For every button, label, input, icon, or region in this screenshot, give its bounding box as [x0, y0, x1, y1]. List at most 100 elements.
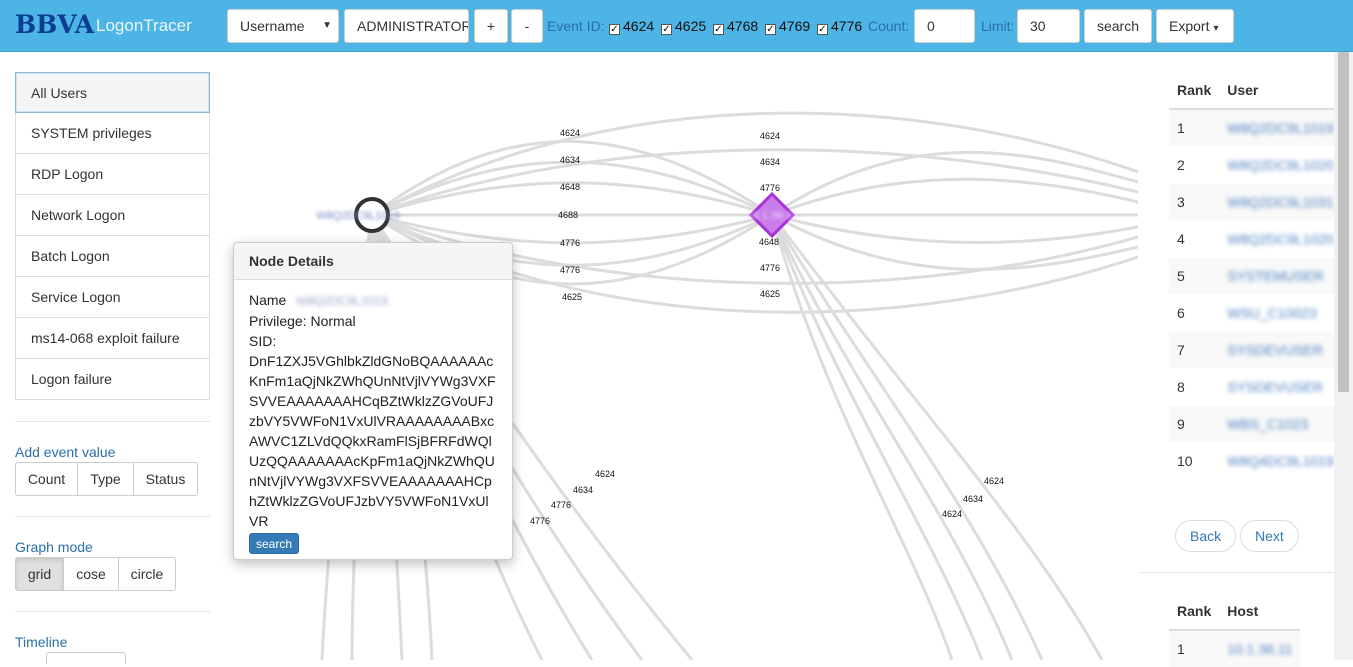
rank-header: Rank: [1169, 71, 1220, 110]
user-link[interactable]: SYSDEVUSER: [1227, 379, 1323, 395]
node-sid-value: DnF1ZXJ5VGhlbkZldGNoBQAAAAAAcKnFm1aQjNkZ…: [249, 353, 496, 529]
rank-cell: 9: [1169, 404, 1220, 442]
rank-cell: 8: [1169, 367, 1220, 405]
graph-mode-buttons: grid cose circle: [15, 557, 176, 591]
query-list: All Users SYSTEM privileges RDP Logon Ne…: [15, 72, 210, 400]
table-row: 10 W8Q4DC9L1019: [1169, 441, 1342, 479]
edge-label: 4688: [558, 210, 578, 220]
edge-label: 4624: [560, 128, 580, 138]
circle-mode-button[interactable]: circle: [118, 557, 176, 591]
sidebar-item-all-users[interactable]: All Users: [15, 72, 210, 113]
user-link[interactable]: W8Q2DC9L1031: [1227, 194, 1334, 210]
checkbox-checked-icon: ✓: [765, 24, 776, 35]
event-checkbox-4624[interactable]: ✓ 4624: [609, 18, 655, 35]
search-type-select[interactable]: Username ▼: [227, 9, 339, 43]
sidebar-item-rdp-logon[interactable]: RDP Logon: [15, 154, 210, 195]
count-button[interactable]: Count: [15, 462, 78, 496]
rank-cell: 10: [1169, 441, 1220, 479]
limit-input[interactable]: 30: [1017, 9, 1080, 43]
chevron-down-icon: ▼: [322, 20, 332, 31]
event-checkbox-4769[interactable]: ✓ 4769: [765, 18, 810, 35]
event-checkbox-4776[interactable]: ✓ 4776: [817, 18, 862, 35]
rank-cell: 5: [1169, 256, 1220, 294]
checkbox-checked-icon: ✓: [661, 24, 672, 35]
search-button[interactable]: search: [1084, 9, 1152, 43]
rank-divider: [1140, 572, 1334, 573]
user-link[interactable]: W8Q2DC9L1020: [1227, 157, 1334, 173]
search-input[interactable]: ADMINISTRATOR: [344, 9, 469, 43]
event-checkbox-label: 4624: [623, 18, 655, 34]
timeline-heading: Timeline: [15, 634, 68, 650]
scrollbar-thumb[interactable]: [1338, 52, 1349, 392]
add-search-field-button[interactable]: +: [474, 9, 508, 43]
page-scrollbar[interactable]: [1334, 52, 1353, 660]
remove-search-field-button[interactable]: -: [511, 9, 543, 43]
user-link[interactable]: W8Q4DC9L1019: [1227, 453, 1334, 469]
add-event-value-buttons: Count Type Status: [15, 462, 198, 496]
sidebar-divider: [15, 421, 210, 422]
host-node-label: 10.1.36.11: [746, 210, 797, 222]
search-input-value: ADMINISTRATOR: [357, 18, 469, 34]
grid-mode-button[interactable]: grid: [15, 557, 64, 591]
table-row: 7 SYSDEVUSER: [1169, 330, 1342, 368]
edge-label: 4634: [573, 485, 593, 495]
sidebar-item-service-logon[interactable]: Service Logon: [15, 277, 210, 318]
rank-header: Rank: [1169, 592, 1220, 631]
rank-cell: 4: [1169, 219, 1220, 257]
node-name-label: Name: [249, 292, 287, 308]
edge-label: 4625: [760, 289, 780, 299]
host-link[interactable]: 10.1.36.11: [1227, 641, 1292, 657]
event-checkbox-4768[interactable]: ✓ 4768: [713, 18, 759, 35]
user-rank-back-button[interactable]: Back: [1175, 520, 1237, 552]
graph-edge: [771, 213, 1138, 244]
sidebar-item-system-privileges[interactable]: SYSTEM privileges: [15, 113, 210, 154]
bbva-logo: BBVA: [15, 10, 95, 39]
event-checkbox-label: 4768: [727, 18, 759, 34]
table-row: 4 W8Q2DC9L1020: [1169, 219, 1342, 257]
table-row: 6 WSU_C10023: [1169, 293, 1342, 331]
export-dropdown[interactable]: Export ▾: [1156, 9, 1234, 43]
export-label: Export: [1169, 18, 1210, 34]
edge-label: 4776: [760, 183, 780, 193]
sidebar-item-network-logon[interactable]: Network Logon: [15, 195, 210, 236]
limit-label: Limit:: [981, 18, 1015, 34]
cose-mode-button[interactable]: cose: [63, 557, 119, 591]
timeline-button[interactable]: [46, 652, 126, 664]
host-rank-table: Rank Host 1 10.1.36.11: [1169, 592, 1301, 667]
edge-label: 4776: [560, 238, 580, 248]
user-link[interactable]: W8Q2DC9L1019: [1227, 120, 1334, 136]
rank-cell: 1: [1169, 629, 1220, 667]
event-checkbox-4625[interactable]: ✓ 4625: [661, 18, 706, 35]
user-header: User: [1219, 71, 1342, 110]
edge-label: 4776: [530, 516, 550, 526]
user-link[interactable]: SYSTEMUSER: [1227, 268, 1323, 284]
host-node[interactable]: 10.1.36.11: [746, 191, 798, 239]
user-link[interactable]: WSU_C10023: [1227, 305, 1317, 321]
table-row: 1 10.1.36.11: [1169, 629, 1301, 667]
add-event-value-heading: Add event value: [15, 444, 116, 460]
type-button[interactable]: Type: [77, 462, 134, 496]
top-navbar: BBVA LogonTracer Username ▼ ADMINISTRATO…: [0, 0, 1353, 52]
app-title[interactable]: LogonTracer: [96, 16, 192, 36]
count-input[interactable]: 0: [914, 9, 975, 43]
edge-label: 4776: [551, 500, 571, 510]
host-header: Host: [1219, 592, 1301, 631]
edge-label: 4624: [942, 509, 962, 519]
user-rank-next-button[interactable]: Next: [1240, 520, 1299, 552]
graph-mode-heading: Graph mode: [15, 539, 93, 555]
table-row: 5 SYSTEMUSER: [1169, 256, 1342, 294]
node-sid-label: SID:: [249, 333, 277, 349]
edge-label: 4634: [760, 157, 780, 167]
user-link[interactable]: W8Q2DC9L1020: [1227, 231, 1334, 247]
user-link[interactable]: WBS_C1023: [1227, 416, 1308, 432]
search-type-value: Username: [240, 18, 305, 34]
sidebar-item-ms14-068-exploit-failure[interactable]: ms14-068 exploit failure: [15, 318, 210, 359]
table-row: 8 SYSDEVUSER: [1169, 367, 1342, 405]
sidebar-item-logon-failure[interactable]: Logon failure: [15, 359, 210, 400]
user-link[interactable]: SYSDEVUSER: [1227, 342, 1323, 358]
status-button[interactable]: Status: [133, 462, 198, 496]
edge-label: 4634: [560, 155, 580, 165]
rank-cell: 2: [1169, 145, 1220, 183]
sidebar-item-batch-logon[interactable]: Batch Logon: [15, 236, 210, 277]
node-search-button[interactable]: search: [249, 533, 300, 554]
